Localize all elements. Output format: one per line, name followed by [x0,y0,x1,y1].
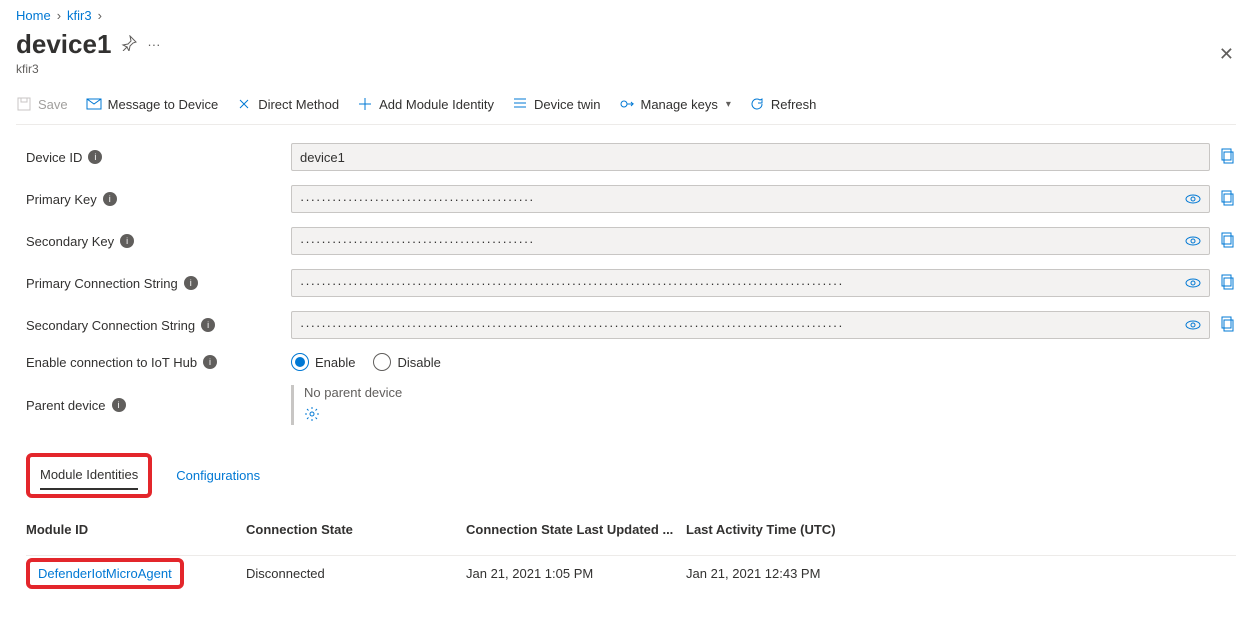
secondary-key-field: ········································… [291,227,1210,255]
info-icon[interactable]: i [203,355,217,369]
message-label: Message to Device [108,97,219,112]
info-icon[interactable]: i [201,318,215,332]
add-module-label: Add Module Identity [379,97,494,112]
reveal-icon[interactable] [1185,275,1201,294]
add-module-button[interactable]: Add Module Identity [357,96,494,112]
more-icon[interactable]: ··· [147,37,160,52]
highlight-box-tabs: Module Identities [26,453,152,498]
copy-icon[interactable] [1220,316,1236,335]
breadcrumb-home[interactable]: Home [16,8,51,23]
reveal-icon[interactable] [1185,317,1201,336]
module-link[interactable]: DefenderIotMicroAgent [38,566,172,581]
no-parent-text: No parent device [304,385,402,400]
copy-icon[interactable] [1220,232,1236,251]
copy-icon[interactable] [1220,190,1236,209]
highlight-box-link: DefenderIotMicroAgent [26,558,184,589]
breadcrumb: Home › kfir3 › [16,8,1236,23]
secondary-key-value: ········································… [300,234,534,249]
copy-icon[interactable] [1220,274,1236,293]
disable-label: Disable [397,355,440,370]
primary-key-value: ········································… [300,192,534,207]
primary-key-field: ········································… [291,185,1210,213]
page-subtitle: kfir3 [16,62,1236,76]
save-button: Save [16,96,68,112]
twin-label: Device twin [534,97,600,112]
enable-label: Enable [315,355,355,370]
device-twin-button[interactable]: Device twin [512,96,600,112]
pcs-field: ········································… [291,269,1210,297]
info-icon[interactable]: i [103,192,117,206]
scs-field: ········································… [291,311,1210,339]
secondary-key-label: Secondary Key [26,234,114,249]
pin-icon[interactable] [121,35,137,54]
last-activity-value: Jan 21, 2021 12:43 PM [686,566,906,581]
disable-radio[interactable]: Disable [373,353,440,371]
col-last-activity: Last Activity Time (UTC) [686,522,906,537]
info-icon[interactable]: i [88,150,102,164]
manage-keys-button[interactable]: Manage keys ▾ [619,96,731,112]
enable-radio[interactable]: Enable [291,353,355,371]
conn-state-value: Disconnected [246,566,466,581]
table-row: DefenderIotMicroAgent Disconnected Jan 2… [26,555,1236,591]
direct-method-button[interactable]: Direct Method [236,96,339,112]
toolbar: Save Message to Device Direct Method Add… [16,90,1236,125]
pcs-label: Primary Connection String [26,276,178,291]
reveal-icon[interactable] [1185,233,1201,252]
device-id-value: device1 [300,150,345,165]
scs-label: Secondary Connection String [26,318,195,333]
refresh-label: Refresh [771,97,817,112]
keys-label: Manage keys [641,97,718,112]
info-icon[interactable]: i [120,234,134,248]
breadcrumb-hub[interactable]: kfir3 [67,8,92,23]
direct-label: Direct Method [258,97,339,112]
device-id-label: Device ID [26,150,82,165]
refresh-button[interactable]: Refresh [749,96,817,112]
close-icon[interactable]: ✕ [1219,44,1234,65]
breadcrumb-sep: › [57,8,61,23]
col-module-id: Module ID [26,522,246,537]
chevron-down-icon: ▾ [726,99,731,110]
reveal-icon[interactable] [1185,191,1201,210]
copy-icon[interactable] [1220,148,1236,167]
col-conn-state: Connection State [246,522,466,537]
enable-conn-label: Enable connection to IoT Hub [26,355,197,370]
col-last-updated: Connection State Last Updated ... [466,522,686,537]
tab-configurations[interactable]: Configurations [176,462,260,489]
gear-icon[interactable] [304,406,402,425]
page-title: device1 [16,29,111,60]
message-to-device-button[interactable]: Message to Device [86,96,219,112]
primary-key-label: Primary Key [26,192,97,207]
device-id-field: device1 [291,143,1210,171]
info-icon[interactable]: i [184,276,198,290]
breadcrumb-sep: › [98,8,102,23]
scs-value: ········································… [300,318,844,333]
parent-device-label: Parent device [26,398,106,413]
last-updated-value: Jan 21, 2021 1:05 PM [466,566,686,581]
save-label: Save [38,97,68,112]
info-icon[interactable]: i [112,398,126,412]
tab-module-identities[interactable]: Module Identities [40,461,138,490]
pcs-value: ········································… [300,276,844,291]
